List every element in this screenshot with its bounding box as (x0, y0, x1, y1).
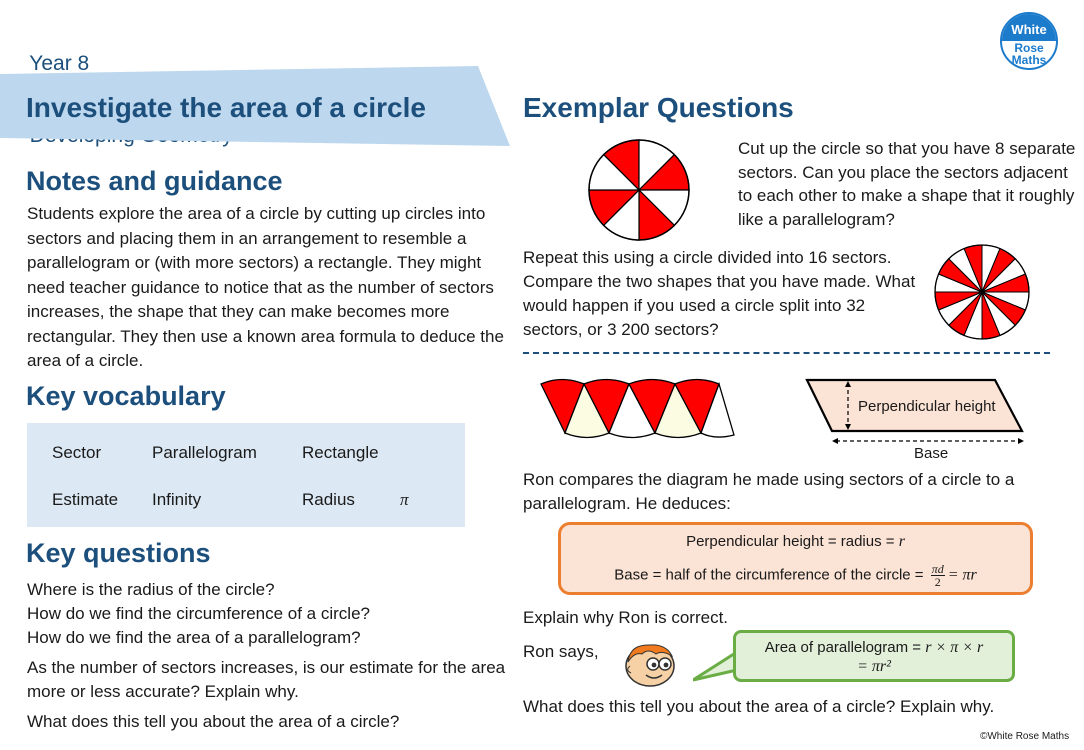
deduction-base-result: = πr (947, 566, 977, 584)
speech-bubble-box: Area of parallelogram = r × π × r = πr² (733, 630, 1015, 682)
logo-word-maths: Maths (1011, 53, 1047, 67)
key-question: As the number of sectors increases, is o… (27, 658, 506, 701)
key-question: How do we find the area of a parallelogr… (27, 628, 361, 647)
speech-area-math: r × π × r (925, 639, 984, 656)
key-question: What does this tell you about the area o… (27, 712, 400, 731)
vocab-term: Radius (302, 490, 355, 509)
deduction-height-text: Perpendicular height = radius = (686, 533, 899, 550)
deduction-base-text: Base = half of the circumference of the … (614, 566, 928, 584)
ron-intro-text: Ron compares the diagram he made using s… (523, 470, 1015, 513)
lesson-title: Investigate the area of a circle (26, 92, 426, 123)
explain-prompt: Explain why Ron is correct. (523, 608, 729, 627)
section-divider (523, 352, 1050, 354)
white-rose-maths-logo: White Rose Maths (1000, 12, 1058, 70)
logo-word-white: White (1002, 14, 1056, 41)
deduction-box: Perpendicular height = radius = r Base =… (558, 522, 1033, 595)
deduction-line-height: Perpendicular height = radius = r (561, 533, 1030, 551)
base-arrowhead (832, 438, 838, 444)
vocabulary-box: Sector Parallelogram Rectangle Estimate … (27, 423, 465, 527)
ron-says-label: Ron says, (523, 642, 599, 661)
final-question: What does this tell you about the area o… (523, 697, 995, 716)
speech-result-math: = πr² (857, 658, 891, 675)
speech-area-text: Area of parallelogram = (764, 639, 926, 656)
logo-words-rose-maths: Rose Maths (1002, 41, 1056, 66)
question-2-text: Repeat this using a circle divided into … (523, 248, 916, 339)
circle-8-sectors (588, 139, 690, 241)
vocab-term: Estimate (52, 490, 119, 509)
base-label: Base (914, 445, 949, 462)
ron-avatar-icon (625, 644, 675, 687)
vocab-term: Rectangle (302, 443, 379, 462)
vocab-term: Infinity (152, 490, 202, 509)
perpendicular-height-label: Perpendicular height (858, 398, 996, 415)
copyright: ©White Rose Maths (980, 731, 1070, 742)
deduction-height-var: r (898, 533, 905, 550)
vocab-term: Sector (52, 443, 102, 462)
speech-line-2: = πr² (736, 658, 1012, 676)
base-arrowhead (1018, 438, 1024, 444)
circle-16-sectors (934, 244, 1030, 340)
notes-text: Students explore the area of a circle by… (27, 204, 504, 370)
speech-bubble: Area of parallelogram = r × π × r = πr² (693, 630, 1015, 682)
fraction-denominator: 2 (934, 575, 941, 589)
exemplar-heading: Exemplar Questions (523, 92, 794, 123)
key-questions-list: Where is the radius of the circle? How d… (27, 578, 512, 734)
speech-line-1: Area of parallelogram = r × π × r (736, 639, 1012, 657)
circle-16-sectors-group (934, 244, 1030, 340)
question-1-text: Cut up the circle so that you have 8 sep… (738, 139, 1076, 229)
vocabulary-heading: Key vocabulary (26, 381, 226, 411)
vocab-term: Parallelogram (152, 443, 257, 462)
sector-arrangement-diagram (540, 378, 735, 439)
circle-8-sectors-group (588, 139, 690, 241)
vocab-term-pi: π (400, 490, 409, 509)
key-question: How do we find the circumference of a ci… (27, 604, 370, 623)
fraction-pi-d-over-2: πd 2 (930, 563, 945, 589)
deduction-line-base: Base = half of the circumference of the … (561, 563, 1030, 588)
notes-heading: Notes and guidance (26, 166, 283, 196)
key-question: Where is the radius of the circle? (27, 580, 275, 599)
key-questions-heading: Key questions (26, 538, 211, 568)
